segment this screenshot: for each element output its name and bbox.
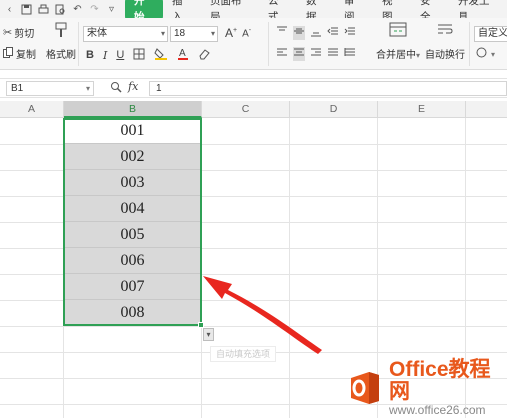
watermark-url: www.office26.com [389,403,486,417]
watermark: Office教程网 www.office26.com [347,359,507,417]
office-logo-icon [347,370,383,406]
watermark-title: Office教程网 [389,358,491,403]
red-arrow-annotation [203,276,322,354]
